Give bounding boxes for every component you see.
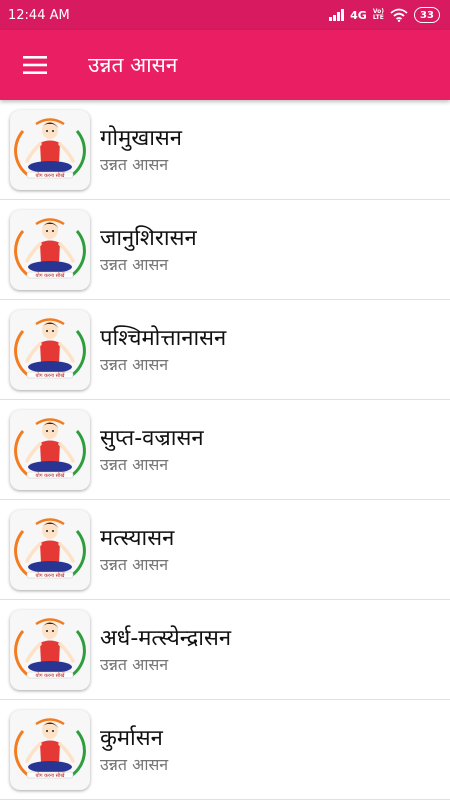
list-item-texts: गोमुखासन उन्नत आसन [100, 124, 182, 176]
yoga-thumbnail: योग करना सीखें [10, 109, 90, 190]
asana-name: मत्स्यासन [100, 525, 175, 551]
yoga-thumbnail: योग करना सीखें [10, 509, 90, 590]
app-bar: उन्नत आसन [0, 30, 450, 100]
menu-button[interactable] [0, 30, 70, 100]
signal-icon [329, 9, 345, 21]
asana-name: पश्चिमोत्तानासन [100, 325, 227, 351]
list-item-texts: मत्स्यासन उन्नत आसन [100, 524, 174, 576]
list-item-texts: सुप्त-वज्रासन उन्नत आसन [100, 424, 204, 476]
yoga-pose-icon: योग करना सीखें [14, 117, 86, 179]
asana-name: अर्ध-मत्स्येन्द्रासन [100, 625, 232, 651]
asana-category: उन्नत आसन [100, 254, 169, 274]
svg-text:योग करना सीखें: योग करना सीखें [36, 172, 66, 179]
network-type: 4G [350, 8, 367, 22]
yoga-pose-icon: योग करना सीखें [14, 417, 86, 479]
status-bar: 12:44 AM 4G Vo) LTE 33 [0, 0, 450, 30]
svg-text:योग करना सीखें: योग करना सीखें [36, 572, 66, 579]
list-item-5[interactable]: योग करना सीखें अर्ध-मत्स्येन्द्रासन उन्न… [0, 600, 450, 700]
list-item-texts: अर्ध-मत्स्येन्द्रासन उन्नत आसन [100, 624, 231, 676]
list-item-4[interactable]: योग करना सीखें मत्स्यासन उन्नत आसन [0, 500, 450, 600]
asana-category: उन्नत आसन [100, 154, 169, 174]
asana-name: गोमुखासन [100, 125, 183, 151]
list-item-3[interactable]: योग करना सीखें सुप्त-वज्रासन उन्नत आसन [0, 400, 450, 500]
list-item-2[interactable]: योग करना सीखें पश्चिमोत्तानासन उन्नत आसन [0, 300, 450, 400]
svg-text:योग करना सीखें: योग करना सीखें [36, 472, 66, 479]
svg-text:योग करना सीखें: योग करना सीखें [36, 372, 66, 379]
asana-category: उन्नत आसन [100, 654, 169, 674]
status-time: 12:44 AM [8, 7, 70, 23]
list-item-6[interactable]: योग करना सीखें कुर्मासन उन्नत आसन [0, 700, 450, 800]
list-item-texts: कुर्मासन उन्नत आसन [100, 724, 168, 776]
page-title: उन्नत आसन [88, 53, 178, 77]
asana-category: उन्नत आसन [100, 554, 169, 574]
list-item-texts: जानुशिरासन उन्नत आसन [100, 224, 197, 276]
yoga-thumbnail: योग करना सीखें [10, 209, 90, 290]
yoga-thumbnail: योग करना सीखें [10, 709, 90, 790]
volte-icon: Vo) LTE [372, 8, 384, 21]
yoga-pose-icon: योग करना सीखें [14, 617, 86, 679]
asana-name: सुप्त-वज्रासन [100, 425, 204, 451]
svg-text:योग करना सीखें: योग करना सीखें [36, 772, 66, 779]
status-icons: 4G Vo) LTE 33 [329, 7, 440, 23]
svg-text:योग करना सीखें: योग करना सीखें [36, 272, 66, 279]
asana-list: योग करना सीखें गोमुखासन उन्नत आसन योग कर… [0, 100, 450, 800]
asana-name: कुर्मासन [100, 725, 163, 751]
list-item-1[interactable]: योग करना सीखें जानुशिरासन उन्नत आसन [0, 200, 450, 300]
yoga-pose-icon: योग करना सीखें [14, 717, 86, 779]
hamburger-menu-icon [23, 56, 47, 74]
list-item-texts: पश्चिमोत्तानासन उन्नत आसन [100, 324, 226, 376]
yoga-thumbnail: योग करना सीखें [10, 309, 90, 390]
asana-category: उन्नत आसन [100, 454, 169, 474]
yoga-pose-icon: योग करना सीखें [14, 217, 86, 279]
svg-text:योग करना सीखें: योग करना सीखें [36, 672, 66, 679]
wifi-icon [390, 8, 408, 22]
yoga-thumbnail: योग करना सीखें [10, 609, 90, 690]
battery-indicator: 33 [414, 7, 440, 23]
asana-category: उन्नत आसन [100, 354, 169, 374]
yoga-pose-icon: योग करना सीखें [14, 517, 86, 579]
yoga-pose-icon: योग करना सीखें [14, 317, 86, 379]
asana-name: जानुशिरासन [100, 225, 197, 251]
list-item-0[interactable]: योग करना सीखें गोमुखासन उन्नत आसन [0, 100, 450, 200]
yoga-thumbnail: योग करना सीखें [10, 409, 90, 490]
asana-category: उन्नत आसन [100, 754, 169, 774]
